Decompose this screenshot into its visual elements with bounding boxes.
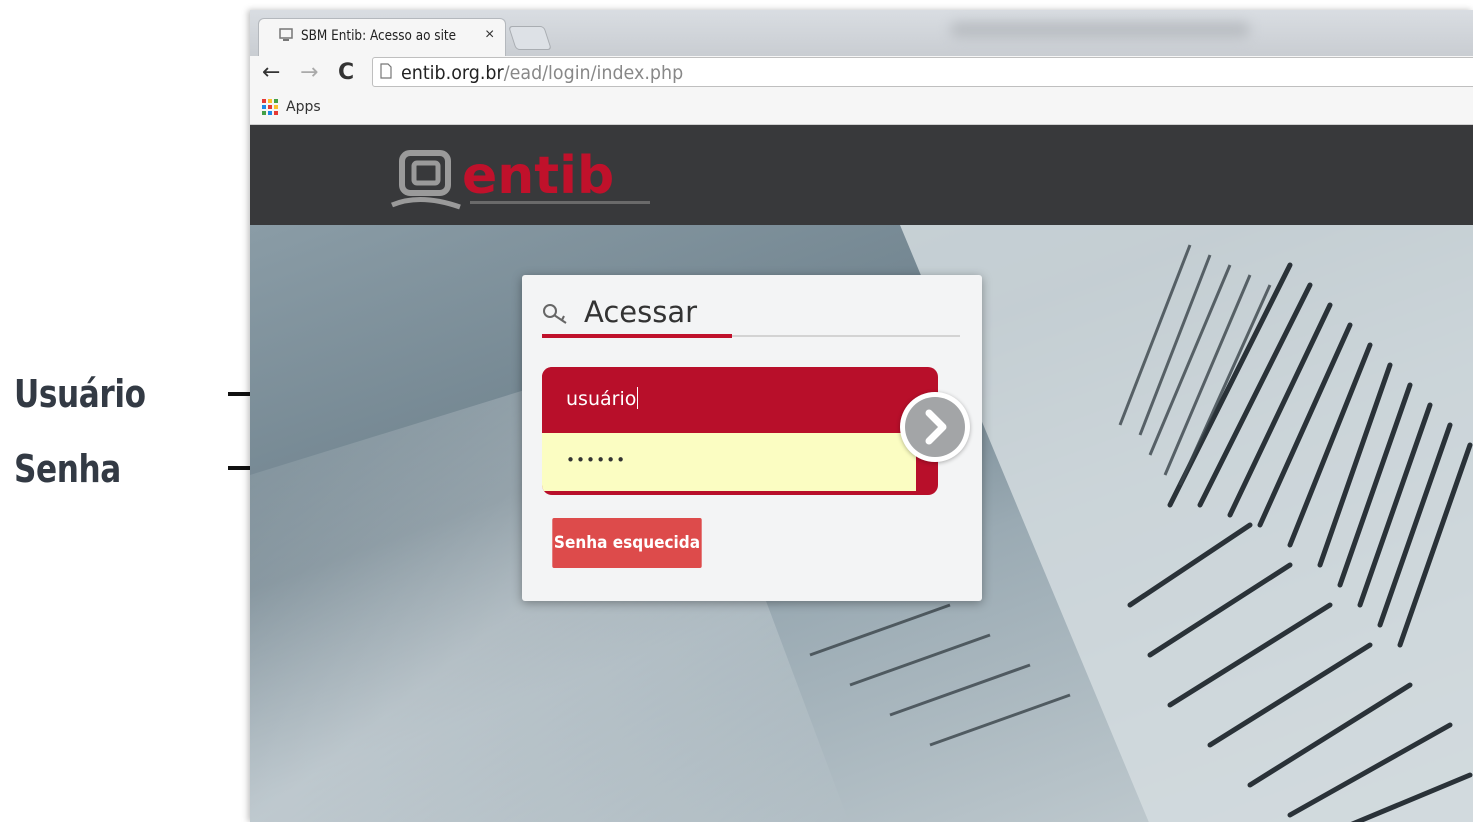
page-favicon-icon <box>279 28 293 41</box>
login-title: Acessar <box>584 295 698 329</box>
browser-tab[interactable]: SBM Entib: Acesso ao site × <box>258 18 506 56</box>
tab-close-icon[interactable]: × <box>485 26 494 44</box>
new-tab-button[interactable] <box>508 26 552 50</box>
entib-logo[interactable]: entib <box>390 149 660 215</box>
chevron-right-icon <box>925 409 947 445</box>
login-card: Acessar usuário •••••• Senha esquecida <box>522 275 982 601</box>
tab-title: SBM Entib: Acesso ao site <box>301 28 457 44</box>
password-input[interactable]: •••••• <box>542 433 916 491</box>
forward-button[interactable]: → <box>300 60 318 85</box>
url-path: /ead/login/index.php <box>503 62 684 84</box>
page-icon <box>380 63 392 79</box>
login-fields: usuário •••••• <box>542 367 938 495</box>
browser-toolbar: ← → C entib.org.br/ead/login/index.php <box>250 56 1473 92</box>
username-input[interactable]: usuário <box>542 367 918 433</box>
url-text: entib.org.br/ead/login/index.php <box>401 62 683 84</box>
back-button[interactable]: ← <box>262 60 280 85</box>
tab-strip: SBM Entib: Acesso ao site × <box>250 10 1473 56</box>
address-bar[interactable]: entib.org.br/ead/login/index.php <box>372 57 1473 87</box>
forgot-password-button[interactable]: Senha esquecida <box>552 518 702 568</box>
browser-window: SBM Entib: Acesso ao site × ← → C entib.… <box>250 10 1473 822</box>
username-value: usuário <box>566 388 637 410</box>
bookmarks-bar: Apps <box>250 92 1473 125</box>
reload-button[interactable]: C <box>338 60 354 85</box>
annotation-user-label: Usuário <box>14 372 146 416</box>
login-submit-button[interactable] <box>900 392 970 462</box>
key-icon <box>543 304 567 324</box>
annotation-password-label: Senha <box>14 447 121 491</box>
tabstrip-blur <box>950 22 1250 38</box>
text-cursor <box>637 387 639 409</box>
url-host: entib.org.br <box>401 62 504 84</box>
submit-button-inner <box>905 397 965 457</box>
title-underline <box>542 334 732 338</box>
logo-wordmark: entib <box>462 149 614 206</box>
apps-bookmark[interactable]: Apps <box>286 99 321 115</box>
apps-grid-icon[interactable] <box>262 99 278 115</box>
site-header: entib <box>250 125 1473 225</box>
